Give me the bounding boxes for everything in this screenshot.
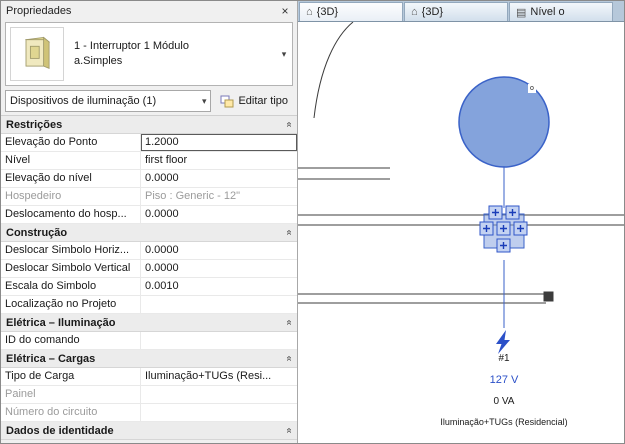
property-row: Número do circuito bbox=[1, 404, 297, 422]
property-grid: Restrições « Elevação do Ponto 1.2000 Nível f… bbox=[1, 115, 297, 443]
property-row: Deslocar Simbolo Horiz... 0.0000 bbox=[1, 242, 297, 260]
3d-view-icon: ⌂ bbox=[411, 6, 418, 18]
property-row: Deslocamento do hosp... 0.0000 bbox=[1, 206, 297, 224]
wall-lines bbox=[298, 22, 624, 304]
edit-type-button[interactable]: Editar tipo bbox=[215, 90, 293, 112]
collapse-chevron-icon[interactable]: « bbox=[284, 428, 295, 434]
property-row: Nível first floor bbox=[1, 152, 297, 170]
section-header[interactable]: Construção « bbox=[1, 224, 297, 242]
property-label: Deslocar Simbolo Vertical bbox=[1, 260, 141, 277]
section-header[interactable]: Elétrica – Iluminação « bbox=[1, 314, 297, 332]
tab-label: Nível o bbox=[530, 6, 565, 18]
panel-header: Propriedades × bbox=[1, 1, 297, 20]
property-label: Escala do Simbolo bbox=[1, 278, 141, 295]
property-value[interactable]: 0.0000 bbox=[141, 260, 297, 277]
property-value[interactable]: first floor bbox=[141, 152, 297, 169]
property-value[interactable]: 0.0000 bbox=[141, 206, 297, 223]
collapse-chevron-icon[interactable]: « bbox=[284, 356, 295, 362]
property-value[interactable] bbox=[141, 404, 297, 421]
property-value[interactable]: 0.0000 bbox=[141, 170, 297, 187]
view-tabs: ⌂ {3D} ⌂ {3D} ▤ Nível o bbox=[298, 1, 624, 21]
chevron-down-icon: ▾ bbox=[201, 95, 207, 106]
section-title: Construção bbox=[6, 226, 68, 239]
view-tab[interactable]: ⌂ {3D} bbox=[299, 2, 403, 21]
property-label: Número do circuito bbox=[1, 404, 141, 421]
plan-view-icon: ▤ bbox=[516, 6, 527, 19]
lightning-bolt-icon bbox=[496, 330, 510, 354]
family-name: 1 - Interruptor 1 Módulo bbox=[74, 40, 189, 52]
collapse-chevron-icon[interactable]: « bbox=[284, 122, 295, 128]
load-classification-label: Iluminação+TUGs (Residencial) bbox=[440, 417, 568, 427]
property-label: Hospedeiro bbox=[1, 188, 141, 205]
element-filter-select[interactable]: Dispositivos de iluminação (1) ▾ bbox=[5, 90, 212, 112]
property-label: Nível bbox=[1, 152, 141, 169]
property-value[interactable] bbox=[141, 386, 297, 403]
switch-symbol[interactable] bbox=[479, 205, 528, 253]
drawing-canvas[interactable]: o #1 127 V 0 VA Iluminação+TUGs (Residen… bbox=[298, 21, 624, 443]
section-title: Elétrica – Iluminação bbox=[6, 316, 116, 329]
fixture-tag-label: o bbox=[528, 84, 536, 93]
property-label: Elevação do nível bbox=[1, 170, 141, 187]
property-row: Localização no Projeto bbox=[1, 296, 297, 314]
view-tab[interactable]: ▤ Nível o bbox=[509, 2, 613, 21]
property-value[interactable] bbox=[141, 296, 297, 313]
property-row: Elevação do Ponto 1.2000 bbox=[1, 134, 297, 152]
collapse-chevron-icon[interactable]: « bbox=[284, 320, 295, 326]
property-value[interactable]: Iluminação+TUGs (Resi... bbox=[141, 368, 297, 385]
property-row: Hospedeiro Piso : Generic - 12" bbox=[1, 188, 297, 206]
section-title: Elétrica – Cargas bbox=[6, 352, 96, 365]
properties-panel: Propriedades × 1 - Interruptor 1 Módulo … bbox=[1, 1, 298, 443]
property-value[interactable]: 0.0010 bbox=[141, 278, 297, 295]
property-row: Escala do Simbolo 0.0010 bbox=[1, 278, 297, 296]
apparent-load-label: 0 VA bbox=[493, 396, 515, 407]
view-area: ⌂ {3D} ⌂ {3D} ▤ Nível o o #1 127 V 0 VA … bbox=[298, 1, 624, 443]
edit-type-label: Editar tipo bbox=[238, 95, 288, 107]
section-header[interactable]: Dados de identidade « bbox=[1, 422, 297, 440]
voltage-label: 127 V bbox=[489, 374, 519, 386]
property-label: Localização no Projeto bbox=[1, 296, 141, 313]
filter-row: Dispositivos de iluminação (1) ▾ Editar … bbox=[5, 90, 293, 112]
property-row: Elevação do nível 0.0000 bbox=[1, 170, 297, 188]
view-tab[interactable]: ⌂ {3D} bbox=[404, 2, 508, 21]
switch-preview-icon bbox=[24, 36, 51, 69]
property-row: ID do comando bbox=[1, 332, 297, 350]
section-title: Dados de identidade bbox=[6, 424, 114, 437]
property-value[interactable]: Piso : Generic - 12" bbox=[141, 188, 297, 205]
property-label: Deslocar Simbolo Horiz... bbox=[1, 242, 141, 259]
drawing-svg bbox=[298, 22, 624, 354]
selected-type-text: 1 - Interruptor 1 Módulo a.Simples bbox=[68, 39, 276, 69]
tab-label: {3D} bbox=[316, 6, 339, 18]
filter-value: Dispositivos de iluminação (1) bbox=[10, 95, 157, 107]
3d-view-icon: ⌂ bbox=[306, 6, 313, 18]
property-label: Painel bbox=[1, 386, 141, 403]
type-name: a.Simples bbox=[74, 55, 123, 67]
property-row: Deslocar Simbolo Vertical 0.0000 bbox=[1, 260, 297, 278]
circuit-number-label: #1 bbox=[498, 353, 510, 364]
revit-window: Propriedades × 1 - Interruptor 1 Módulo … bbox=[0, 0, 625, 444]
type-selector[interactable]: 1 - Interruptor 1 Módulo a.Simples ▾ bbox=[5, 22, 293, 86]
collapse-chevron-icon[interactable]: « bbox=[284, 230, 295, 236]
property-label: Tipo de Carga bbox=[1, 368, 141, 385]
tab-label: {3D} bbox=[421, 6, 444, 18]
close-icon[interactable]: × bbox=[278, 4, 292, 18]
section-title: Restrições bbox=[6, 118, 63, 131]
property-row: Painel bbox=[1, 386, 297, 404]
section-header[interactable]: Elétrica – Cargas « bbox=[1, 350, 297, 368]
edit-type-icon bbox=[220, 95, 234, 107]
property-label: ID do comando bbox=[1, 332, 141, 349]
property-value[interactable]: 0.0000 bbox=[141, 242, 297, 259]
property-row: Tipo de Carga Iluminação+TUGs (Resi... bbox=[1, 368, 297, 386]
property-label: Deslocamento do hosp... bbox=[1, 206, 141, 223]
panel-title: Propriedades bbox=[6, 4, 72, 17]
family-preview-image bbox=[10, 27, 64, 81]
type-dropdown-arrow-icon[interactable]: ▾ bbox=[276, 23, 292, 85]
property-value[interactable] bbox=[141, 332, 297, 349]
section-header[interactable]: Restrições « bbox=[1, 116, 297, 134]
property-label: Elevação do Ponto bbox=[1, 134, 141, 151]
property-value[interactable]: 1.2000 bbox=[141, 134, 297, 151]
